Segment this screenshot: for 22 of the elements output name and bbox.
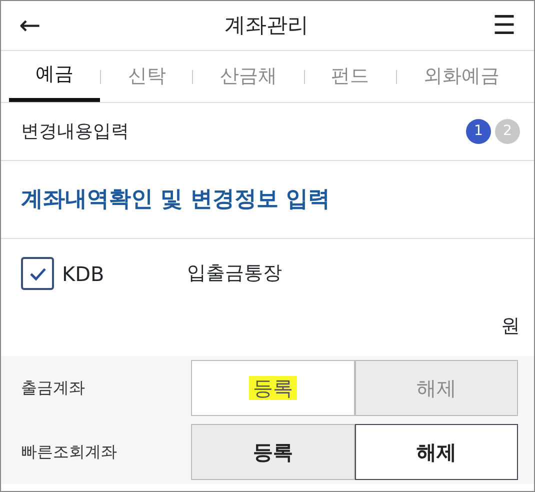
toggle-option[interactable]: 등록 (191, 424, 354, 480)
menu-button[interactable]: ☰ (474, 12, 534, 38)
step-label: 변경내용입력 (21, 120, 129, 144)
check-icon (28, 266, 46, 280)
tab[interactable]: 신탁 (101, 51, 192, 102)
bank-name: KDB (62, 261, 106, 288)
tab[interactable]: 산금채 (193, 51, 304, 102)
toggle-option[interactable]: 해제 (354, 424, 518, 480)
toggle-option: 해제 (354, 360, 518, 416)
currency-unit: 원 (501, 314, 520, 338)
checkbox[interactable] (21, 257, 54, 290)
section-title: 계좌내역확인 및 변경정보 입력 (1, 161, 534, 239)
page-title: 계좌관리 (224, 12, 309, 39)
step-indicator: 1 (466, 119, 491, 144)
setting-label: 빠른조회계좌 (21, 441, 118, 463)
back-button[interactable]: ← (1, 12, 59, 38)
toggle-option: 등록 (191, 360, 354, 416)
tab[interactable]: 외화예금 (396, 51, 526, 102)
tab[interactable]: 예금 (9, 51, 100, 102)
tab[interactable]: 펀드 (304, 51, 396, 102)
setting-label: 출금계좌 (21, 377, 86, 399)
product-name: 입출금통장 (187, 261, 282, 286)
